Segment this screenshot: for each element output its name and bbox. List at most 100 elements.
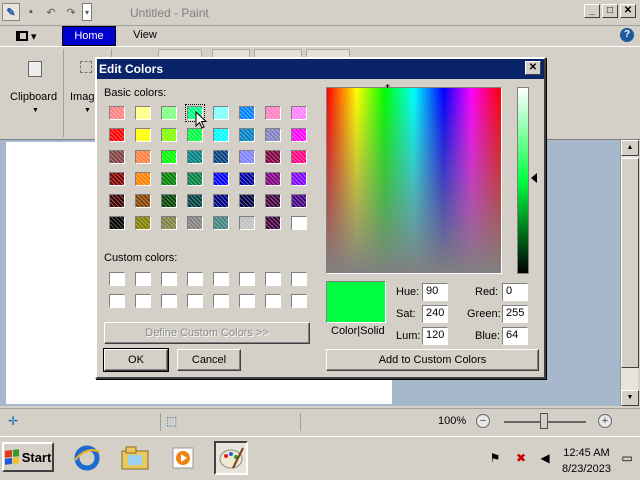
custom-color-swatch[interactable] [135,272,151,286]
custom-color-swatch[interactable] [239,294,255,308]
basic-color-swatch[interactable] [291,106,307,120]
basic-color-swatch[interactable] [109,172,125,186]
basic-color-swatch[interactable] [291,172,307,186]
luminosity-slider-arrow-icon[interactable] [531,173,537,183]
file-explorer-icon[interactable] [118,441,152,475]
basic-color-swatch[interactable] [187,194,203,208]
custom-color-swatch[interactable] [187,272,203,286]
add-to-custom-colors-button[interactable]: Add to Custom Colors [326,349,539,371]
network-icon[interactable]: ✖ [514,451,528,465]
basic-color-swatch[interactable] [265,194,281,208]
custom-color-swatch[interactable] [109,272,125,286]
basic-color-swatch[interactable] [109,150,125,164]
custom-color-swatch[interactable] [213,294,229,308]
basic-color-swatch[interactable] [135,150,151,164]
sat-field[interactable]: 240 [422,305,448,323]
close-button[interactable]: ✕ [620,4,636,18]
system-clock[interactable]: 12:45 AM 8/23/2023 [562,445,611,477]
basic-color-swatch[interactable] [135,106,151,120]
ok-button[interactable]: OK [103,348,169,372]
basic-color-swatch[interactable] [213,194,229,208]
basic-color-swatch[interactable] [239,150,255,164]
color-spectrum[interactable] [326,87,502,274]
basic-color-swatch[interactable] [213,172,229,186]
basic-color-swatch[interactable] [135,194,151,208]
media-player-icon[interactable] [166,441,200,475]
file-menu-button[interactable]: ▾ [10,28,54,44]
basic-color-swatch[interactable] [265,128,281,142]
custom-color-swatch[interactable] [291,294,307,308]
scroll-down-icon[interactable]: ▼ [621,390,639,406]
show-desktop-icon[interactable]: ▭ [620,451,634,465]
cancel-button[interactable]: Cancel [177,349,241,371]
scroll-thumb[interactable] [621,158,639,368]
basic-color-swatch[interactable] [187,150,203,164]
basic-color-swatch[interactable] [213,128,229,142]
customize-qat-icon[interactable]: ▾ [82,3,92,21]
basic-color-swatch[interactable] [265,216,281,230]
basic-color-swatch[interactable] [161,128,177,142]
tab-view[interactable]: View [122,26,168,46]
basic-color-swatch[interactable] [109,106,125,120]
custom-color-swatch[interactable] [187,294,203,308]
undo-icon[interactable]: ↶ [42,3,60,21]
custom-color-swatch[interactable] [291,272,307,286]
custom-color-swatch[interactable] [161,272,177,286]
clipboard-group[interactable]: Clipboard ▼ [6,49,64,137]
internet-explorer-icon[interactable] [70,441,104,475]
zoom-slider-thumb[interactable] [540,413,548,429]
red-field[interactable]: 0 [502,283,528,301]
basic-color-swatch[interactable] [213,106,229,120]
basic-color-swatch[interactable] [239,172,255,186]
basic-color-swatch[interactable] [161,150,177,164]
basic-color-swatch[interactable] [291,216,307,230]
basic-color-swatch[interactable] [265,106,281,120]
start-button[interactable]: Start [2,442,54,472]
basic-color-swatch[interactable] [239,194,255,208]
basic-color-swatch[interactable] [135,128,151,142]
dialog-close-button[interactable]: ✕ [525,61,541,75]
vertical-scrollbar[interactable]: ▲ ▼ [620,140,639,406]
basic-color-swatch[interactable] [239,128,255,142]
green-field[interactable]: 255 [502,305,528,323]
minimize-button[interactable]: _ [584,4,600,18]
basic-color-swatch[interactable] [213,150,229,164]
scroll-up-icon[interactable]: ▲ [621,140,639,156]
flag-icon[interactable]: ⚑ [488,451,502,465]
basic-color-swatch[interactable] [187,172,203,186]
zoom-out-button[interactable]: − [476,414,490,428]
blue-field[interactable]: 64 [502,327,528,345]
help-icon[interactable]: ? [620,28,634,42]
basic-color-swatch[interactable] [291,128,307,142]
basic-color-swatch[interactable] [213,216,229,230]
basic-color-swatch[interactable] [109,128,125,142]
custom-color-swatch[interactable] [265,272,281,286]
custom-color-swatch[interactable] [213,272,229,286]
tab-home[interactable]: Home [62,26,116,46]
basic-color-swatch[interactable] [109,216,125,230]
basic-color-swatch[interactable] [239,216,255,230]
custom-color-swatch[interactable] [109,294,125,308]
basic-color-swatch[interactable] [239,106,255,120]
basic-color-swatch[interactable] [161,194,177,208]
basic-color-swatch[interactable] [161,106,177,120]
basic-color-swatch[interactable] [161,172,177,186]
luminosity-bar[interactable] [517,87,529,274]
maximize-button[interactable]: □ [602,4,618,18]
custom-color-swatch[interactable] [239,272,255,286]
basic-color-swatch[interactable] [109,194,125,208]
hue-field[interactable]: 90 [422,283,448,301]
zoom-in-button[interactable]: + [598,414,612,428]
save-icon[interactable]: ▪ [22,3,40,21]
custom-color-swatch[interactable] [265,294,281,308]
custom-color-swatch[interactable] [135,294,151,308]
basic-color-swatch[interactable] [187,216,203,230]
redo-icon[interactable]: ↷ [62,3,80,21]
lum-field[interactable]: 120 [422,327,448,345]
paint-taskbar-icon[interactable] [214,441,248,475]
basic-color-swatch[interactable] [265,150,281,164]
basic-color-swatch[interactable] [161,216,177,230]
basic-color-swatch[interactable] [265,172,281,186]
custom-color-swatch[interactable] [161,294,177,308]
basic-color-swatch[interactable] [291,150,307,164]
